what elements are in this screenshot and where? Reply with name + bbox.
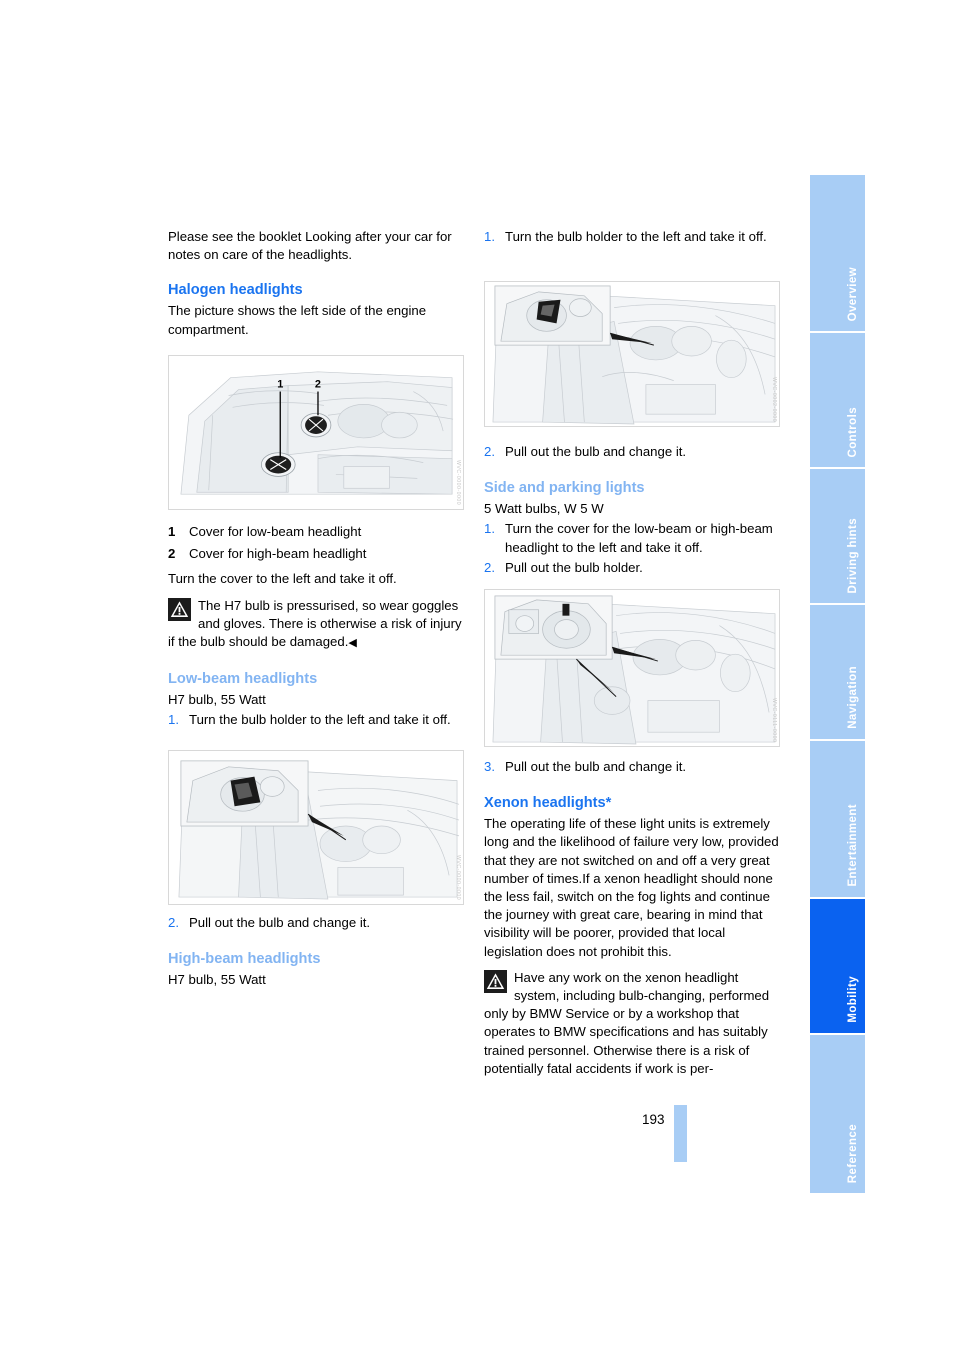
page-number: 193 — [642, 1112, 665, 1127]
figure-illustration — [485, 590, 779, 746]
heading-xenon-headlights: Xenon headlights* — [484, 795, 612, 812]
warning-text-halogen: The H7 bulb is pressurised, so wear gogg… — [168, 597, 464, 653]
tab-driving-hints[interactable]: Driving hints — [810, 469, 865, 605]
right-column-part2: 2. Pull out the bulb and change it. Side… — [484, 443, 780, 577]
tab-label: Entertainment — [847, 804, 859, 887]
manual-page: Please see the booklet Looking after you… — [0, 0, 954, 1351]
figure-illustration — [485, 282, 779, 426]
figure-reference-code: WVC-0000-0000 — [455, 459, 461, 505]
step-item: 1. Turn the bulb holder to the left and … — [168, 711, 464, 729]
left-column-part3: 2. Pull out the bulb and change it. High… — [168, 912, 464, 989]
key-label: Cover for low-beam headlight — [189, 524, 362, 539]
warning-block-halogen: The H7 bulb is pressurised, so wear gogg… — [168, 597, 464, 653]
svg-text:1: 1 — [277, 379, 283, 391]
figure-illustration — [169, 751, 463, 904]
heading-halogen-headlights: Halogen headlights — [168, 282, 303, 299]
warning-block-xenon: Have any work on the xenon headlight sys… — [484, 969, 780, 1078]
step-number: 2. — [168, 915, 179, 930]
halogen-intro-text: The picture shows the left side of the e… — [168, 303, 427, 337]
tab-navigation[interactable]: Navigation — [810, 605, 865, 741]
tab-mobility[interactable]: Mobility — [810, 899, 865, 1035]
section-tab-strip: Overview Controls Driving hints Navigati… — [810, 175, 865, 1193]
figure-side-parking-bulb-holder: WVC-0111-0000 — [484, 589, 780, 747]
step-number: 1. — [484, 229, 495, 244]
halogen-key-list: 1 Cover for low-beam headlight 2 Cover f… — [168, 523, 464, 563]
figure-halogen-engine-compartment: 1 2 WVC-0000-0000 — [168, 355, 464, 510]
high-beam-spec: H7 bulb, 55 Watt — [168, 972, 266, 988]
warning-text-body: The H7 bulb is pressurised, so wear gogg… — [168, 597, 462, 650]
tab-label: Driving hints — [847, 517, 859, 593]
step-item: 1. Turn the cover for the low-beam or hi… — [484, 520, 780, 556]
key-row: 1 Cover for low-beam headlight — [168, 523, 464, 541]
left-column-part2: 1 Cover for low-beam headlight 2 Cover f… — [168, 516, 464, 730]
side-parking-steps-cont: 3. Pull out the bulb and change it. — [484, 758, 780, 776]
side-parking-spec: 5 Watt bulbs, W 5 W — [484, 501, 604, 517]
step-number: 1. — [484, 521, 495, 537]
key-row: 2 Cover for high-beam headlight — [168, 545, 464, 563]
warning-text-xenon: Have any work on the xenon headlight sys… — [484, 969, 770, 1076]
tab-label: Navigation — [847, 666, 859, 729]
page-number-bar — [674, 1105, 687, 1162]
step-text: Turn the cover for the low-beam or high-… — [505, 521, 773, 555]
step-item: 1. Turn the bulb holder to the left and … — [484, 228, 780, 246]
step-text: Pull out the bulb and change it. — [505, 444, 687, 459]
step-number: 3. — [484, 759, 495, 774]
low-beam-steps: 1. Turn the bulb holder to the left and … — [168, 711, 464, 729]
tab-entertainment[interactable]: Entertainment — [810, 741, 865, 899]
step-item: 2. Pull out the bulb and change it. — [168, 914, 464, 932]
right-column-part3: 3. Pull out the bulb and change it. Xeno… — [484, 758, 780, 1078]
xenon-body-text: The operating life of these light units … — [484, 816, 779, 959]
tab-label: Overview — [847, 266, 859, 321]
step-text: Turn the bulb holder to the left and tak… — [505, 229, 767, 244]
figure-reference-code: WVC-0111-0000 — [771, 697, 777, 742]
tab-label: Mobility — [847, 976, 859, 1023]
intro-paragraph: Please see the booklet Looking after you… — [168, 229, 452, 263]
step-item: 2. Pull out the bulb and change it. — [484, 443, 780, 461]
side-parking-steps: 1. Turn the cover for the low-beam or hi… — [484, 520, 780, 577]
heading-low-beam-headlights: Low-beam headlights — [168, 671, 318, 688]
left-column: Please see the booklet Looking after you… — [168, 228, 464, 339]
low-beam-spec: H7 bulb, 55 Watt — [168, 692, 266, 708]
heading-side-parking-lights: Side and parking lights — [484, 480, 645, 497]
step-number: 2. — [484, 444, 495, 459]
key-label: Cover for high-beam headlight — [189, 546, 367, 562]
high-beam-steps: 1. Turn the bulb holder to the left and … — [484, 228, 780, 246]
high-beam-steps-cont: 2. Pull out the bulb and change it. — [484, 443, 780, 461]
step-item: 3. Pull out the bulb and change it. — [484, 758, 780, 776]
figure-high-beam-bulb-holder: WVC-0002-0000 — [484, 281, 780, 427]
tab-label: Controls — [847, 406, 859, 457]
heading-high-beam-headlights: High-beam headlights — [168, 951, 321, 968]
low-beam-steps-cont: 2. Pull out the bulb and change it. — [168, 914, 464, 932]
tab-label: Reference — [847, 1123, 859, 1183]
key-number: 2 — [168, 546, 176, 562]
key-number: 1 — [168, 524, 176, 539]
right-column-part1: 1. Turn the bulb holder to the left and … — [484, 228, 780, 246]
warning-triangle-icon — [484, 969, 507, 993]
step-item: 2. Pull out the bulb holder. — [484, 559, 780, 577]
figure-reference-code: WVC-0002-0000 — [771, 376, 777, 422]
svg-text:2: 2 — [315, 379, 321, 391]
step-text: Pull out the bulb and change it. — [189, 915, 371, 930]
step-number: 1. — [168, 712, 179, 728]
tab-overview[interactable]: Overview — [810, 175, 865, 333]
halogen-instruction: Turn the cover to the left and take it o… — [168, 571, 397, 587]
warning-end-mark: ◀ — [348, 637, 357, 650]
warning-triangle-icon — [168, 597, 191, 621]
figure-illustration: 1 2 — [169, 356, 463, 509]
step-text: Turn the bulb holder to the left and tak… — [189, 712, 451, 728]
figure-low-beam-bulb-holder: WVC-0000-0000 — [168, 750, 464, 905]
tab-controls[interactable]: Controls — [810, 333, 865, 469]
step-text: Pull out the bulb and change it. — [505, 759, 687, 774]
step-text: Pull out the bulb holder. — [505, 559, 643, 575]
step-number: 2. — [484, 559, 495, 575]
figure-reference-code: WVC-0000-0000 — [455, 854, 461, 900]
tab-reference[interactable]: Reference — [810, 1035, 865, 1193]
